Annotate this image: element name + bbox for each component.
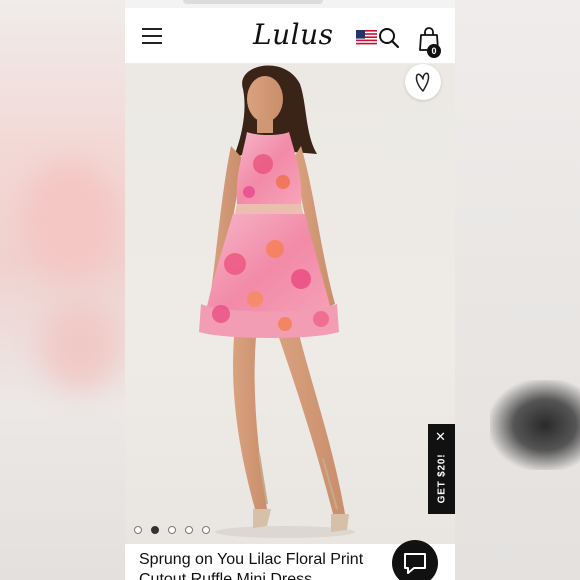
promo-get-20-tab[interactable]: ✕ GET $20!	[428, 424, 455, 514]
backdrop-left	[0, 0, 125, 580]
wishlist-heart-button[interactable]	[405, 64, 441, 100]
heart-icon	[415, 72, 430, 92]
us-flag-icon[interactable]	[356, 30, 377, 46]
carousel-dot[interactable]	[202, 526, 210, 534]
chat-button[interactable]	[392, 540, 438, 580]
model-photo	[199, 65, 355, 538]
promo-label: GET $20!	[436, 453, 447, 503]
hamburger-menu-icon[interactable]	[142, 28, 162, 44]
product-title: Sprung on You Lilac Floral Print Cutout …	[139, 551, 364, 580]
product-image[interactable]	[125, 64, 455, 544]
carousel-dot[interactable]	[168, 526, 176, 534]
brand-logo[interactable]: Lulus	[253, 18, 333, 51]
cart-count-badge: 0	[427, 44, 441, 58]
close-icon[interactable]: ✕	[435, 430, 446, 443]
carousel-dots	[134, 526, 210, 534]
browser-top-bar	[125, 0, 455, 8]
carousel-dot[interactable]	[185, 526, 193, 534]
carousel-dot[interactable]	[151, 526, 159, 534]
site-header: Lulus 0	[125, 8, 455, 64]
carousel-dot[interactable]	[134, 526, 142, 534]
backdrop-right	[455, 0, 580, 580]
mobile-screen: Lulus 0 ✕ GET $20! Sprung on You Lilac F…	[125, 0, 455, 580]
chat-bubble-icon	[404, 553, 426, 574]
search-icon[interactable]	[378, 27, 400, 49]
